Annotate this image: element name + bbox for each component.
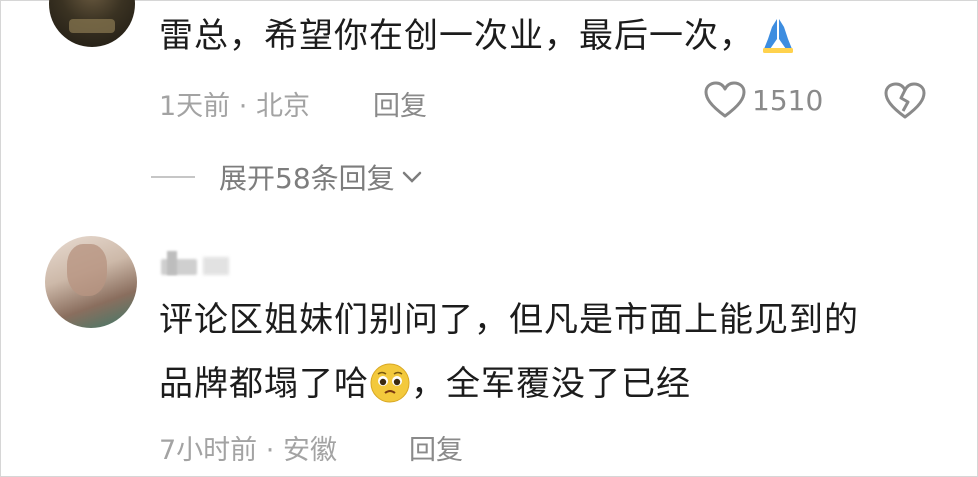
reply-button[interactable]: 回复	[409, 428, 463, 467]
blurred-name-part	[167, 251, 177, 275]
avatar[interactable]	[45, 236, 137, 328]
comment-meta: 7小时前 · 安徽	[159, 428, 337, 467]
blurred-name-part	[203, 257, 229, 275]
expand-replies-button[interactable]: 展开58条回复	[151, 157, 423, 197]
comment-meta: 1天前 · 北京	[159, 84, 310, 123]
like-button[interactable]: 1510	[704, 81, 823, 119]
heart-icon	[704, 81, 746, 118]
comment-text-line: 品牌都塌了哈	[159, 364, 369, 404]
divider	[151, 176, 195, 178]
username-blurred[interactable]	[161, 241, 229, 275]
reply-button[interactable]: 回复	[373, 84, 427, 123]
avatar[interactable]	[49, 0, 135, 47]
comment-time: 1天前	[159, 91, 231, 122]
comment-text-line: 评论区姐妹们别问了，但凡是市面上能见到的	[159, 300, 859, 340]
pray-emoji-icon	[763, 19, 793, 53]
comment-location: 安徽	[282, 435, 337, 466]
comment-text: 评论区姐妹们别问了，但凡是市面上能见到的	[159, 297, 859, 343]
broken-heart-icon[interactable]	[884, 81, 926, 121]
meta-separator: ·	[238, 91, 248, 122]
comment-text: 品牌都塌了哈 ，全军覆没了已经	[159, 361, 691, 407]
like-count: 1510	[752, 83, 824, 117]
pleading-face-emoji-icon	[370, 363, 410, 403]
comment-text-line: 雷总，希望你在创一次业，最后一次，	[159, 16, 754, 56]
meta-separator: ·	[265, 435, 275, 466]
expand-replies-label: 展开58条回复	[219, 162, 395, 195]
comment-panel: 雷总，希望你在创一次业，最后一次， 1天前 · 北京 回复 1510 展开58条…	[0, 0, 978, 477]
chevron-down-icon	[402, 171, 421, 183]
comment-text: 雷总，希望你在创一次业，最后一次，	[159, 13, 798, 59]
comment-text-line: ，全军覆没了已经	[411, 364, 691, 404]
comment-location: 北京	[255, 91, 310, 122]
comment-time: 7小时前	[159, 435, 258, 466]
